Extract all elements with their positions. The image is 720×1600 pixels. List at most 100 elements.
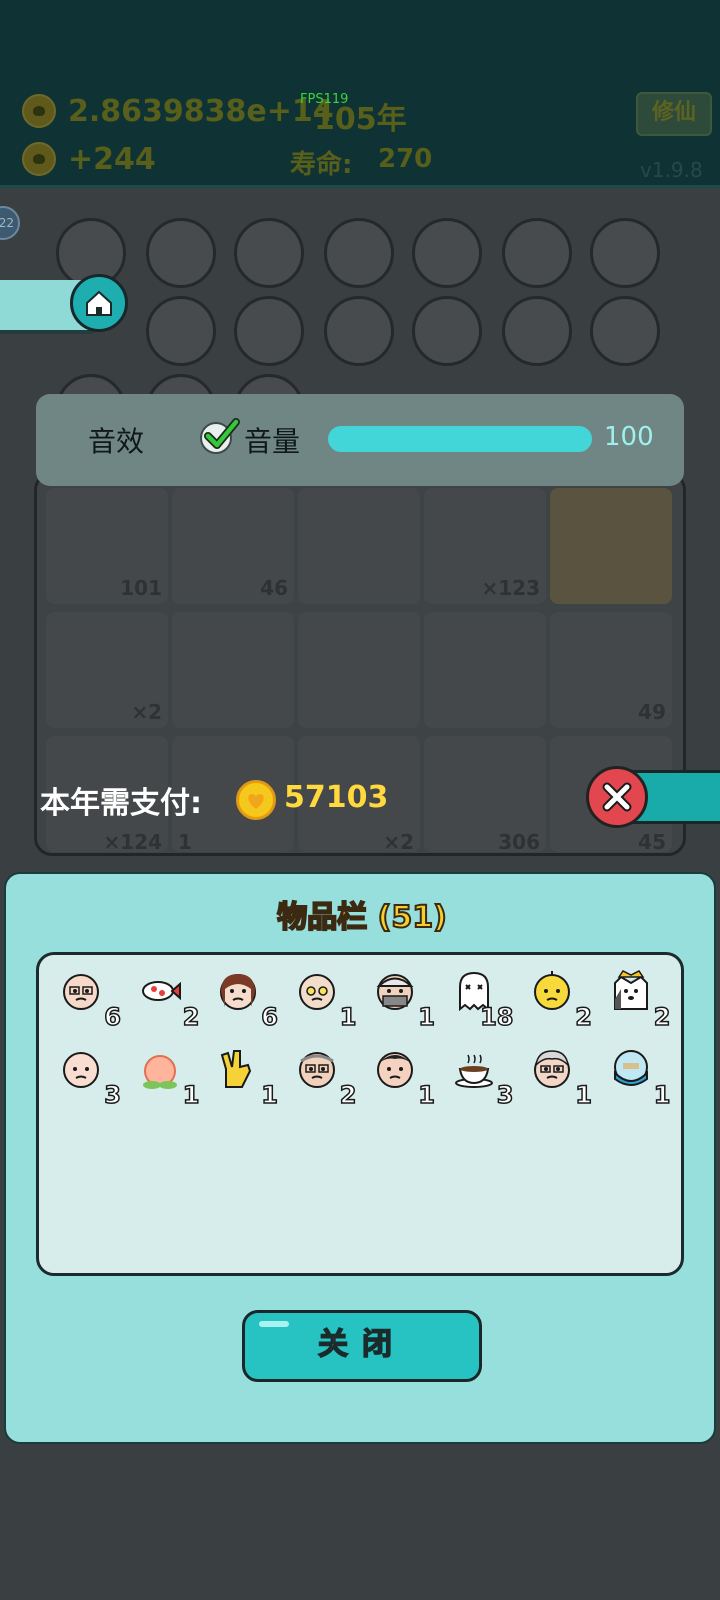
card-king-old-man[interactable]: ×2 (46, 612, 168, 728)
inventory-title: 物品栏 (51) (276, 899, 448, 936)
checkmark-icon (204, 418, 240, 449)
item-count: 1 (418, 1002, 436, 1032)
income-coin-icon (22, 142, 56, 176)
item-count: 2 (653, 1002, 671, 1032)
inventory-item[interactable]: 1 (287, 965, 357, 1032)
settings-bar: 音效 音量 100 (36, 394, 684, 486)
fries-icon[interactable] (502, 296, 572, 366)
item-count: 3 (496, 1080, 514, 1110)
card-ghost[interactable]: 306 (424, 736, 546, 854)
card-braided-girl[interactable]: ×123 (424, 488, 546, 604)
card-heart-ghost[interactable]: 49 (550, 612, 672, 728)
close-button[interactable]: 关闭 (242, 1310, 482, 1382)
item-count: 1 (575, 1080, 593, 1110)
item-count: 18 (479, 1002, 514, 1032)
printer-icon[interactable] (234, 218, 304, 288)
inventory-item[interactable]: 1 (365, 1043, 436, 1110)
item-count: 6 (104, 1002, 122, 1032)
income-amount: +244 (68, 142, 156, 177)
notification-badge[interactable]: 22 (0, 206, 20, 240)
inventory-item[interactable]: 3 (444, 1043, 514, 1110)
inventory-item[interactable]: 1 (365, 965, 436, 1032)
year-label: 105年 (314, 102, 407, 137)
coin-icon (22, 94, 56, 128)
item-count: 3 (104, 1080, 122, 1110)
pear-icon[interactable] (590, 218, 660, 288)
inventory-item[interactable]: 6 (51, 965, 122, 1032)
rice-bowl-icon[interactable] (146, 296, 216, 366)
peach-icon (138, 1047, 182, 1095)
tofu-icon[interactable] (502, 218, 572, 288)
item-count: 1 (339, 1002, 357, 1032)
sound-checkbox[interactable] (200, 418, 240, 454)
dismiss-button[interactable] (586, 766, 720, 828)
inventory-item[interactable]: 2 (130, 965, 200, 1032)
card-peach[interactable]: 101 (46, 488, 168, 604)
volume-label: 音量 (244, 425, 301, 458)
volume-slider[interactable] (328, 426, 592, 452)
inventory-item[interactable]: 1 (130, 1043, 200, 1110)
inventory-item[interactable]: 3 (51, 1043, 122, 1110)
card-empty[interactable] (172, 612, 294, 728)
card-empty[interactable] (424, 612, 546, 728)
card-husky-king[interactable] (298, 612, 420, 728)
inventory-item[interactable]: 2 (287, 1043, 357, 1110)
item-count: 1 (653, 1080, 671, 1110)
close-icon (586, 766, 648, 828)
inventory-item[interactable]: 1 (522, 1043, 593, 1110)
rice-bowl-icon[interactable] (412, 218, 482, 288)
lifespan-label: 寿命: (290, 150, 353, 180)
leaf-icon[interactable] (324, 296, 394, 366)
sound-label: 音效 (88, 425, 145, 458)
version-label: v1.9.8 (640, 158, 703, 182)
inventory-item[interactable]: 1 (601, 1043, 671, 1110)
white-hair-man-icon (530, 1047, 574, 1095)
glasses-man-icon (295, 1047, 339, 1095)
item-count: 1 (182, 1080, 200, 1110)
rabbit-icon[interactable] (146, 218, 216, 288)
young-man-icon (373, 1047, 417, 1095)
plant-pot-icon[interactable] (590, 296, 660, 366)
money-amount: 2.8639838e+14 (68, 94, 334, 129)
fries-icon[interactable] (324, 218, 394, 288)
globe-bowl-icon (609, 1047, 653, 1095)
bald-old-man-icon (59, 969, 103, 1017)
inventory-grid: 6 2 6 1 1 18 2 2 3 1 1 2 1 3 1 1 (36, 952, 684, 1276)
card-count: 45 (638, 830, 666, 854)
card-hand-gesture[interactable] (550, 488, 672, 604)
card-count: ×124 (103, 830, 162, 854)
lifespan-value: 270 (378, 144, 433, 174)
payment-label: 本年需支付: (40, 786, 202, 821)
home-button[interactable] (0, 274, 130, 336)
husky-king-icon (609, 969, 653, 1017)
card-count: 101 (120, 576, 162, 600)
xiuxian-button[interactable]: 修仙 (636, 92, 712, 136)
coffee-cup-icon (452, 1047, 496, 1095)
volume-value: 100 (604, 422, 654, 452)
card-count: 46 (260, 576, 288, 600)
inventory-item[interactable]: 2 (522, 965, 593, 1032)
heart-coin-icon (236, 780, 276, 820)
item-count: 1 (418, 1080, 436, 1110)
inventory-item[interactable]: 1 (208, 1043, 279, 1110)
inventory-item[interactable]: 18 (444, 965, 514, 1032)
yellow-bird-icon (530, 969, 574, 1017)
payment-amount: 57103 (284, 780, 389, 815)
inventory-item[interactable]: 6 (208, 965, 279, 1032)
card-count: ×123 (481, 576, 540, 600)
house-icon (70, 274, 128, 332)
cap-man-icon (373, 969, 417, 1017)
inventory-item[interactable]: 2 (601, 965, 671, 1032)
glasses-old-man-icon (295, 969, 339, 1017)
top-status-bar: 2.8639838e+14 FPS119 105年 +244 寿命: 270 修… (0, 0, 720, 188)
card-ghost[interactable]: 46 (172, 488, 294, 604)
item-count: 2 (182, 1002, 200, 1032)
card-count: ×2 (131, 700, 162, 724)
item-count: 1 (261, 1080, 279, 1110)
braided-girl-icon (216, 969, 260, 1017)
card-count: ×2 (383, 830, 414, 854)
jar-icon[interactable] (412, 296, 482, 366)
fries-icon[interactable] (234, 296, 304, 366)
card-heart-eyes-face[interactable] (298, 488, 420, 604)
bald-man-icon (59, 1047, 103, 1095)
